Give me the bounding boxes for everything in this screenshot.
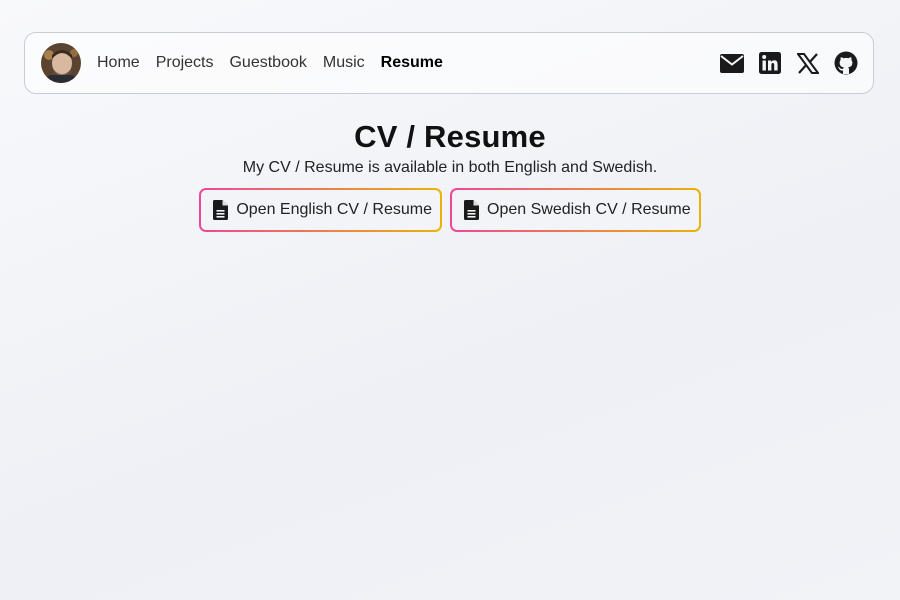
- nav-link-resume[interactable]: Resume: [381, 54, 443, 72]
- nav-links: Home Projects Guestbook Music Resume: [97, 54, 443, 72]
- nav-link-music[interactable]: Music: [323, 54, 365, 72]
- envelope-icon[interactable]: [720, 51, 744, 75]
- document-icon: [213, 200, 229, 220]
- social-links: [720, 51, 858, 75]
- open-swedish-cv-button[interactable]: Open Swedish CV / Resume: [450, 188, 701, 232]
- linkedin-icon[interactable]: [758, 51, 782, 75]
- cv-buttons: Open English CV / Resume Open Swedish CV…: [0, 188, 900, 232]
- github-icon[interactable]: [834, 51, 858, 75]
- open-swedish-cv-label: Open Swedish CV / Resume: [487, 201, 691, 218]
- page-title: CV / Resume: [354, 119, 546, 154]
- top-navbar: Home Projects Guestbook Music Resume: [24, 32, 874, 94]
- page-subtitle: My CV / Resume is available in both Engl…: [242, 159, 658, 176]
- nav-link-projects[interactable]: Projects: [156, 54, 214, 72]
- open-english-cv-button[interactable]: Open English CV / Resume: [199, 188, 442, 232]
- avatar[interactable]: [41, 43, 81, 83]
- nav-link-home[interactable]: Home: [97, 54, 140, 72]
- x-icon[interactable]: [796, 51, 820, 75]
- document-icon: [464, 200, 479, 220]
- nav-link-guestbook[interactable]: Guestbook: [229, 54, 306, 72]
- open-english-cv-label: Open English CV / Resume: [236, 201, 432, 218]
- main-content: CV / Resume My CV / Resume is available …: [0, 118, 900, 232]
